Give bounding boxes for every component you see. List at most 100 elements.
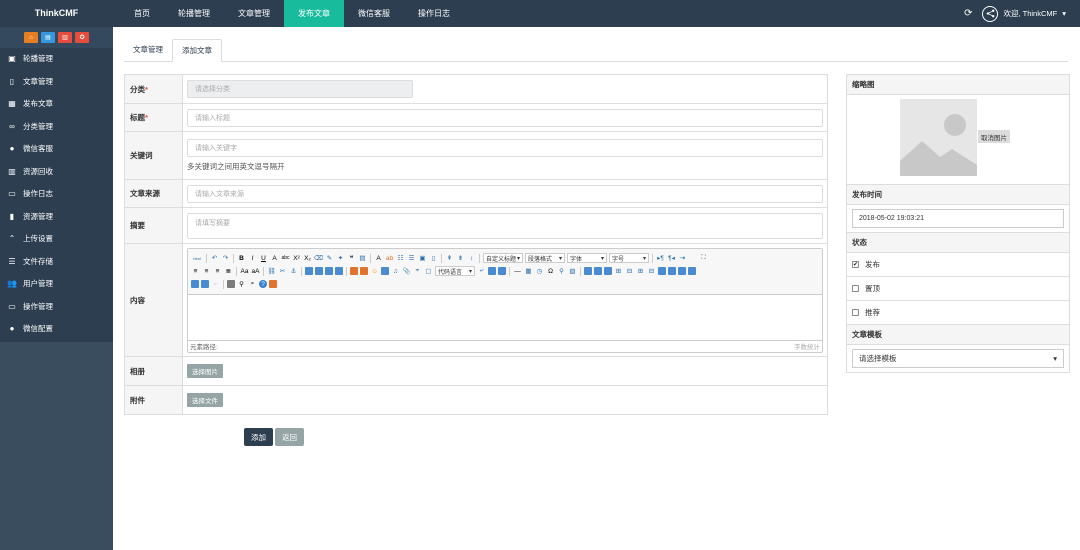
template-icon[interactable] [488, 267, 496, 275]
search-replace-icon[interactable]: ⚲ [557, 267, 566, 276]
source-html-icon[interactable]: html [191, 254, 203, 263]
align-right-icon[interactable]: ≡ [213, 267, 222, 276]
font-color-icon[interactable]: A [374, 254, 383, 263]
custom-title-select[interactable]: 自定义标题 ▾ [483, 253, 523, 263]
sidebar-item-operations[interactable]: ▭ 操作管理 [0, 296, 113, 319]
tab-add-article[interactable]: 添加文章 [172, 39, 222, 62]
source-input[interactable]: 请输入文章来源 [187, 184, 823, 203]
refresh-icon[interactable]: ⟳ [964, 8, 972, 19]
title-input[interactable]: 请输入标题 [187, 108, 823, 127]
sidebar-item-storage[interactable]: ☰ 文件存储 [0, 251, 113, 274]
status-recommend-checkbox[interactable]: 推荐 [847, 301, 1069, 325]
row-spacing-bottom-icon[interactable]: ⇟ [456, 254, 465, 263]
nav-operation-log[interactable]: 操作日志 [404, 0, 464, 27]
sidebar-item-log[interactable]: ▭ 操作日志 [0, 183, 113, 206]
sidebar-item-wechat-service[interactable]: ● 微信客服 [0, 138, 113, 161]
category-input[interactable]: 请选择分类 [187, 80, 413, 98]
music-icon[interactable]: ♫ [391, 267, 400, 276]
insert-table-icon[interactable] [584, 267, 592, 275]
split-cols-icon[interactable] [201, 280, 209, 288]
tab-article-manage[interactable]: 文章管理 [124, 39, 172, 62]
nav-wechat-service[interactable]: 微信客服 [344, 0, 404, 27]
blockquote-icon[interactable]: ❝ [347, 254, 356, 263]
attachment-icon[interactable]: 📎 [402, 267, 411, 276]
date-icon[interactable]: ▦ [524, 267, 533, 276]
select-image-button[interactable]: 选择图片 [187, 364, 223, 378]
background-icon[interactable] [498, 267, 506, 275]
back-button[interactable]: 返回 [275, 428, 304, 446]
indent-icon[interactable]: ⇥ [678, 254, 687, 263]
italic-icon[interactable]: I [248, 254, 257, 263]
touppercase-icon[interactable]: Aa [240, 267, 249, 276]
status-top-checkbox[interactable]: 置顶 [847, 277, 1069, 301]
paste-plain-icon[interactable]: ▤ [358, 254, 367, 263]
line-height-icon[interactable]: ↕ [467, 254, 476, 263]
insert-image-icon[interactable] [360, 267, 368, 275]
user-menu[interactable]: 欢迎, ThinkCMF ▾ [982, 5, 1066, 22]
help-icon[interactable]: ? [259, 280, 267, 288]
settings-shortcut-icon[interactable]: ✪ [75, 32, 89, 43]
status-publish-checkbox[interactable]: ✔ 发布 [847, 253, 1069, 277]
image-none-icon[interactable] [305, 267, 313, 275]
sidebar-item-articles[interactable]: ▯ 文章管理 [0, 71, 113, 94]
summary-textarea[interactable]: 请填写摘要 [187, 212, 823, 239]
link-icon[interactable]: ⛓ [267, 267, 276, 276]
align-justify-icon[interactable]: ≣ [224, 267, 233, 276]
checkbox-unchecked[interactable] [852, 285, 859, 292]
paragraph-select[interactable]: 段落格式 ▾ [525, 253, 565, 263]
image-right-icon[interactable] [325, 267, 333, 275]
select-all-icon[interactable]: ▣ [418, 254, 427, 263]
thumbnail-placeholder[interactable] [900, 99, 977, 176]
nav-articles[interactable]: 文章管理 [224, 0, 284, 27]
split-rows-icon[interactable] [191, 280, 199, 288]
image-center-icon[interactable] [335, 267, 343, 275]
delete-row-icon[interactable]: ⊟ [625, 267, 634, 276]
nav-home[interactable]: 首页 [120, 0, 164, 27]
unlink-icon[interactable]: ✂ [278, 267, 287, 276]
print-icon[interactable] [227, 280, 235, 288]
nav-publish-article[interactable]: 发布文章 [284, 0, 344, 27]
insert-video-icon[interactable] [381, 267, 389, 275]
add-button[interactable]: 添加 [244, 428, 273, 446]
file-shortcut-icon[interactable]: ▤ [41, 32, 55, 43]
checkbox-checked[interactable]: ✔ [852, 261, 859, 268]
background-color-icon[interactable]: ab [385, 254, 394, 263]
merge-cells-icon[interactable] [658, 267, 666, 275]
align-left-icon[interactable]: ≡ [191, 267, 200, 276]
row-spacing-top-icon[interactable]: ⇞ [445, 254, 454, 263]
preview-icon[interactable]: ⚲ [237, 280, 246, 289]
sidebar-item-recycle[interactable]: ▥ 资源回收 [0, 161, 113, 184]
map-icon[interactable]: ⌖ [413, 267, 422, 276]
sidebar-item-wechat-config[interactable]: ● 微信配置 [0, 318, 113, 341]
format-brush-icon[interactable]: ✎ [325, 254, 334, 263]
sidebar-item-publish[interactable]: ▦ 发布文章 [0, 93, 113, 116]
home-shortcut-icon[interactable]: ⌂ [24, 32, 38, 43]
insert-col-icon[interactable]: ⊞ [636, 267, 645, 276]
horizontal-rule-icon[interactable]: — [513, 267, 522, 276]
subscript-icon[interactable]: X₂ [303, 254, 312, 263]
superscript-icon[interactable]: X² [292, 254, 301, 263]
sidebar-item-upload-settings[interactable]: ⌃ 上传设置 [0, 228, 113, 251]
split-cells-icon[interactable] [688, 267, 696, 275]
chart-icon[interactable]: ⌐ [211, 280, 220, 289]
search-icon[interactable]: ⌕ [248, 280, 257, 289]
time-icon[interactable]: ◷ [535, 267, 544, 276]
delete-col-icon[interactable]: ⊟ [647, 267, 656, 276]
insert-para-before-table-icon[interactable] [604, 267, 612, 275]
undo-icon[interactable]: ↶ [210, 254, 219, 263]
ltr-icon[interactable]: ▸¶ [656, 254, 665, 263]
special-chars-icon[interactable]: Ω [546, 267, 555, 276]
eraser-icon[interactable]: ⌫ [314, 254, 323, 263]
redo-icon[interactable]: ↷ [221, 254, 230, 263]
rtl-icon[interactable]: ¶◂ [667, 254, 676, 263]
delete-table-icon[interactable] [594, 267, 602, 275]
sidebar-item-resources[interactable]: ▮ 资源管理 [0, 206, 113, 229]
ordered-list-icon[interactable]: ☷ [396, 254, 405, 263]
clear-doc-icon[interactable]: ▯ [429, 254, 438, 263]
underline-icon[interactable]: U [259, 254, 268, 263]
sidebar-item-carousel[interactable]: ▣ 轮播管理 [0, 48, 113, 71]
publish-time-input[interactable]: 2018-05-02 19:03:21 [852, 209, 1064, 228]
unordered-list-icon[interactable]: ☰ [407, 254, 416, 263]
font-size-select[interactable]: 字号 ▾ [609, 253, 649, 263]
cancel-image-button[interactable]: 取消图片 [978, 130, 1010, 143]
